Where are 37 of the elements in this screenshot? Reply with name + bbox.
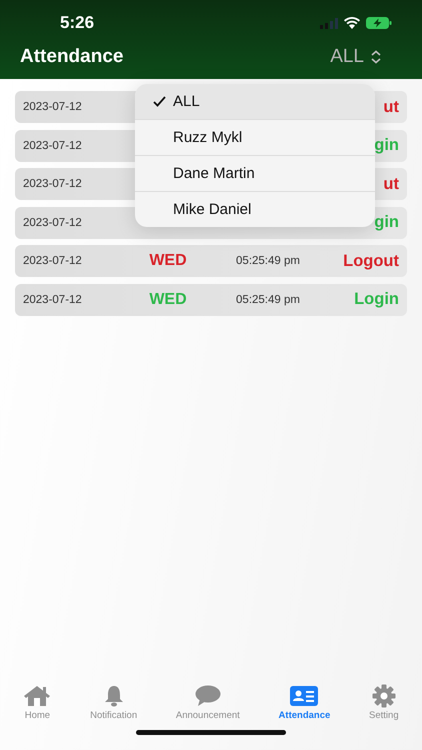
house-icon (23, 685, 52, 707)
status-text: Logout (343, 252, 399, 270)
date-text: 2023-07-12 (23, 101, 83, 113)
status-text: gin (374, 213, 399, 232)
tab-item[interactable]: Attendance (278, 684, 330, 726)
menu-item[interactable]: Ruzz Mykl (135, 120, 375, 156)
time-text: 05:25:49 pm (235, 294, 301, 306)
time-text: 05:25:49 pm (235, 255, 301, 267)
status-text: Login (354, 290, 399, 309)
menu-item[interactable]: Mike Daniel (135, 192, 375, 227)
date-text: 2023-07-12 (23, 178, 83, 190)
tab-item[interactable]: Notification (90, 684, 138, 726)
id-card-icon (290, 686, 318, 706)
bell-icon (102, 685, 125, 707)
date-text: 2023-07-12 (23, 140, 83, 152)
battery-icon (366, 17, 392, 29)
tab-item[interactable]: Announcement (176, 684, 240, 726)
status-text: ut (383, 174, 399, 194)
day-text: WED (148, 252, 188, 270)
up-down-chevron-icon (370, 50, 382, 64)
wifi-icon (344, 17, 360, 29)
checkmark-icon (153, 96, 166, 107)
menu-item[interactable]: ALL (135, 84, 375, 120)
date-text: 2023-07-12 (23, 255, 83, 267)
tab-item[interactable]: Setting (369, 684, 399, 726)
status-text: gin (374, 136, 399, 155)
filter-button[interactable]: ALL (330, 46, 382, 68)
status-text: ut (383, 98, 399, 116)
menu-item[interactable]: Dane Martin (135, 156, 375, 192)
tab-item[interactable]: Home (23, 684, 52, 726)
speech-bubble-icon (194, 685, 221, 707)
signal-icon (320, 18, 338, 28)
status-time: 5:26 (60, 13, 94, 33)
date-text: 2023-07-12 (23, 294, 83, 306)
screen-title: Attendance (20, 46, 124, 68)
date-text: 2023-07-12 (23, 216, 83, 228)
day-text: WED (148, 290, 188, 308)
